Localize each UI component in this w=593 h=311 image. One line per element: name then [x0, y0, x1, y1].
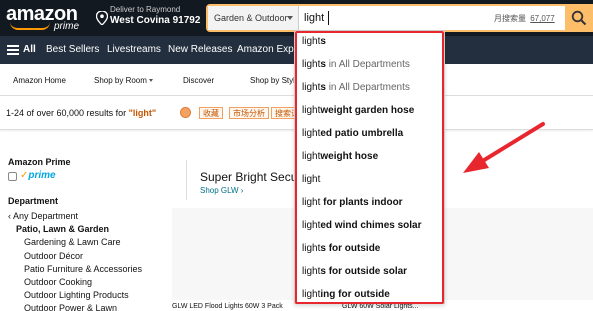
suggestion-item[interactable]: lights for outside: [302, 243, 380, 254]
any-department-link[interactable]: ‹ Any Department: [8, 211, 78, 221]
suggestion-typed: light: [302, 151, 321, 162]
search-submit-button[interactable]: [565, 4, 593, 32]
subcategory-link[interactable]: Outdoor Décor: [24, 251, 83, 261]
suggestion-department: in All Departments: [325, 82, 410, 93]
suggestion-completion: ed wind chimes solar: [320, 220, 422, 231]
suggestion-typed: light: [302, 243, 321, 254]
suggestion-item[interactable]: lights for outside solar: [302, 266, 407, 277]
subcategory-link[interactable]: Patio Furniture & Accessories: [24, 264, 142, 274]
search-volume-value[interactable]: 67,077: [530, 14, 554, 23]
search-volume-label: 月搜索量: [494, 14, 526, 23]
suggestion-item[interactable]: light: [302, 174, 320, 185]
category-patio-lawn-garden[interactable]: Patio, Lawn & Garden: [16, 224, 109, 234]
content-divider: [186, 160, 187, 200]
suggestion-department: in All Departments: [325, 59, 410, 70]
subcategory-link[interactable]: Outdoor Cooking: [24, 277, 92, 287]
search-icon: [571, 10, 587, 26]
text-cursor: [328, 11, 329, 25]
search-suggestions-dropdown: lights lights in All Departments lights …: [294, 30, 445, 304]
product-title[interactable]: GLW 60W Solar Lights...: [342, 303, 419, 310]
suggestion-typed: light: [302, 266, 321, 277]
prime-filter-logo[interactable]: ✓prime: [20, 170, 56, 181]
suggestion-completion: for plants indoor: [320, 197, 403, 208]
subnav-item-amazon-home[interactable]: Amazon Home: [13, 76, 66, 85]
deliver-address: West Covina 91792: [110, 15, 201, 26]
subnav-item-discover[interactable]: Discover: [183, 76, 214, 85]
suggestion-typed: light: [302, 36, 321, 47]
ext-favorite-button[interactable]: 收藏: [199, 107, 223, 119]
suggestion-item[interactable]: lights: [302, 36, 326, 47]
suggestion-typed: light: [302, 174, 321, 185]
suggestion-completion: s: [320, 36, 326, 47]
suggestion-completion: s for outside solar: [320, 266, 408, 277]
nav-item-livestreams[interactable]: Livestreams: [107, 44, 161, 55]
hamburger-menu-icon[interactable]: [7, 45, 19, 55]
annotation-arrow-icon: [463, 122, 545, 173]
chevron-down-icon: [287, 16, 293, 20]
amazon-logo[interactable]: amazon prime: [6, 4, 79, 32]
search-category-select[interactable]: Garden & Outdoor: [208, 6, 299, 30]
suggestion-typed: light: [302, 105, 321, 116]
suggestion-typed: light: [302, 289, 321, 300]
suggestion-typed: light: [302, 197, 321, 208]
suggestion-item[interactable]: lighting for outside: [302, 289, 390, 300]
nav-item-new-releases[interactable]: New Releases: [168, 44, 232, 55]
suggestion-typed: light: [302, 82, 321, 93]
subnav-item-shop-by-room[interactable]: Shop by Room: [94, 76, 153, 85]
suggestion-typed: light: [302, 128, 321, 139]
chevron-down-icon: [148, 79, 153, 83]
prime-label: prime: [28, 170, 56, 181]
subcategory-link[interactable]: Gardening & Lawn Care: [24, 237, 121, 247]
subcategory-link[interactable]: Outdoor Power & Lawn: [24, 303, 117, 311]
results-count: 1-24 of over 60,000 results for "light": [6, 108, 156, 118]
suggestion-completion: ing for outside: [320, 289, 390, 300]
suggestion-item[interactable]: lightweight garden hose: [302, 105, 414, 116]
brand-banner-title[interactable]: Super Bright Secu: [200, 170, 297, 184]
subnav-item-shop-by-style[interactable]: Shop by Styl: [250, 76, 295, 85]
search-volume-indicator: 月搜索量 67,077: [494, 13, 555, 24]
product-title[interactable]: GLW LED Flood Lights 60W 3 Pack: [172, 303, 283, 310]
suggestion-item[interactable]: lighted wind chimes solar: [302, 220, 422, 231]
suggestion-completion: s for outside: [320, 243, 381, 254]
suggestion-item[interactable]: lights in All Departments: [302, 59, 410, 70]
suggestion-item[interactable]: lightweight hose: [302, 151, 378, 162]
prime-filter-checkbox[interactable]: [8, 172, 17, 181]
deliver-label: Deliver to Raymond: [110, 5, 181, 14]
suggestion-item[interactable]: light for plants indoor: [302, 197, 403, 208]
search-input[interactable]: [302, 8, 492, 28]
suggestion-item[interactable]: lighted patio umbrella: [302, 128, 403, 139]
logo-smile-icon: [10, 22, 50, 30]
product-image[interactable]: [172, 208, 297, 300]
suggestion-typed: light: [302, 220, 321, 231]
department-heading: Department: [8, 196, 59, 206]
subcategory-link[interactable]: Outdoor Lighting Products: [24, 290, 129, 300]
suggestion-item[interactable]: lights in All Departments: [302, 82, 410, 93]
suggestion-typed: light: [302, 59, 321, 70]
results-query: "light": [128, 108, 157, 118]
suggestion-completion: ed patio umbrella: [320, 128, 404, 139]
ext-market-analysis-button[interactable]: 市场分析: [229, 107, 269, 119]
nav-item-amazon-explore[interactable]: Amazon Explo: [237, 44, 301, 55]
suggestion-completion: weight garden hose: [320, 105, 415, 116]
brand-shop-link[interactable]: Shop GLW ›: [200, 186, 243, 195]
location-pin-icon: [96, 11, 108, 25]
results-prefix: 1-24 of over 60,000 results for: [6, 108, 129, 118]
nav-all[interactable]: All: [23, 44, 36, 55]
search-category-label: Garden & Outdoor: [214, 13, 288, 23]
nav-item-best-sellers[interactable]: Best Sellers: [46, 44, 99, 55]
prime-filter-heading: Amazon Prime: [8, 157, 71, 167]
amazon-search-page: amazon prime Deliver to Raymond West Cov…: [0, 0, 593, 311]
suggestion-completion: weight hose: [320, 151, 379, 162]
search-bar: Garden & Outdoor 月搜索量 67,077: [206, 4, 593, 32]
logo-prime-label: prime: [54, 21, 80, 32]
extension-logo-icon[interactable]: [180, 107, 191, 118]
subnav-label: Shop by Room: [94, 76, 147, 85]
